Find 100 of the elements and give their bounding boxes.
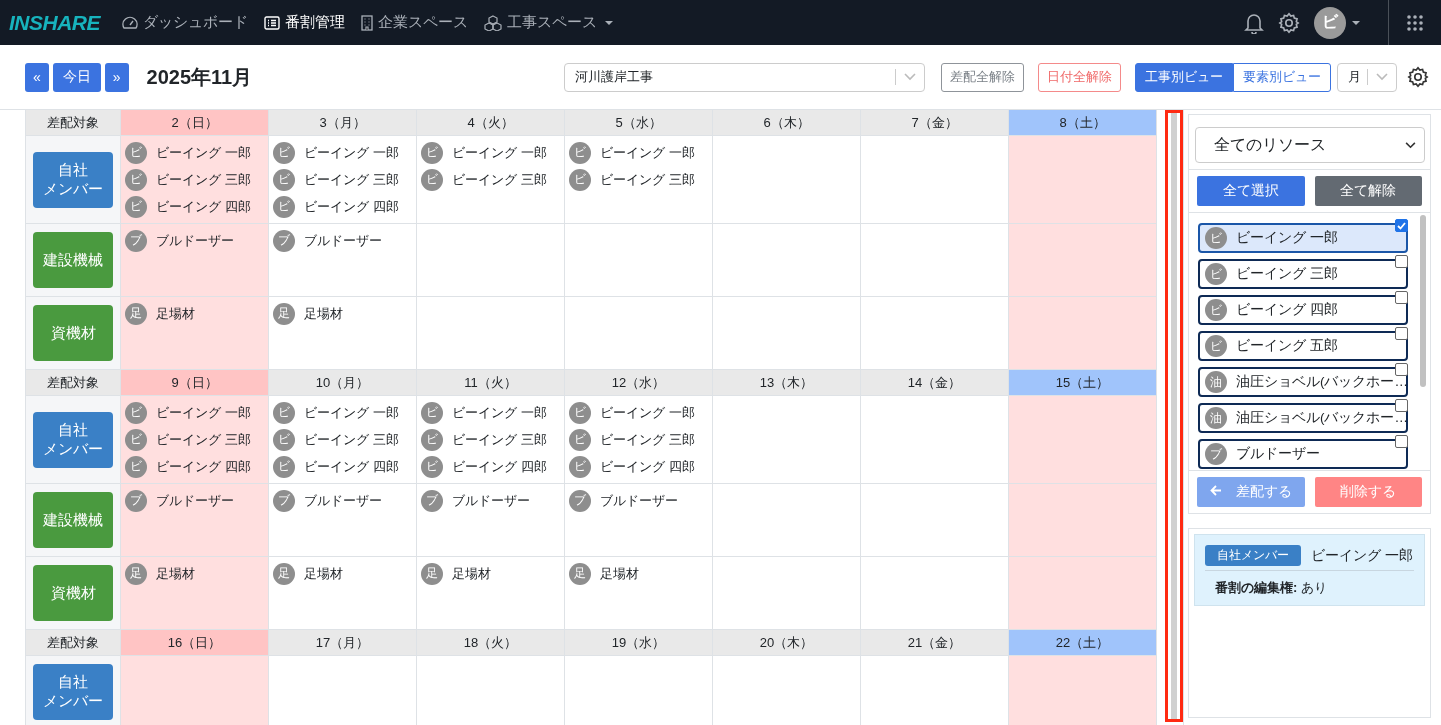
calendar-cell[interactable]: ブ ブルドーザー [269,224,417,297]
apps-grid-icon[interactable] [1407,14,1423,31]
calendar-cell[interactable]: ブ ブルドーザー [417,484,565,557]
calendar-cell[interactable]: ビ ビーイング 一郎 ビ ビーイング 三郎 ビ ビーイング 四郎 [565,396,713,484]
resource-name: 足場材 [600,564,639,583]
logo[interactable]: INSHARE [9,10,100,35]
calendar-cell[interactable]: ビ ビーイング 一郎 ビ ビーイング 三郎 ビ ビーイング 四郎 [121,396,269,484]
clear-all-button[interactable]: 全て解除 [1314,176,1422,206]
calendar-cell[interactable] [1009,656,1157,725]
resource-name: ビーイング 一郎 [600,403,695,422]
calendar-cell[interactable] [417,224,565,297]
calendar-cell[interactable]: ブ ブルドーザー [269,484,417,557]
avatar-initial: ブ [125,229,147,252]
day-header: 15（土） [1009,370,1157,396]
calendar-cell[interactable]: ブ ブルドーザー [121,224,269,297]
calendar-cell[interactable] [861,224,1009,297]
day-header: 4（火） [417,110,565,136]
calendar-cell[interactable] [713,224,861,297]
checkbox[interactable] [1395,291,1408,304]
checkbox[interactable] [1395,255,1408,268]
nav-item[interactable]: 企業スペース [361,13,468,32]
permission-text: 番割の編集権: あり [1215,579,1328,597]
select-all-button[interactable]: 全て選択 [1197,176,1305,206]
checkbox[interactable] [1395,327,1408,340]
calendar-cell[interactable] [565,224,713,297]
bell-icon[interactable] [1244,11,1264,34]
calendar-cell[interactable] [1009,136,1157,224]
avatar-initial: ビ [125,428,147,451]
calendar-cell[interactable]: 足 足場材 [417,557,565,630]
building-icon [361,14,373,31]
calendar-cell[interactable]: ビ ビーイング 一郎 ビ ビーイング 三郎 ビ ビーイング 四郎 [417,396,565,484]
avatar-initial: ビ [273,428,295,451]
calendar-cell[interactable]: ビ ビーイング 一郎 ビ ビーイング 三郎 ビ ビーイング 四郎 [269,396,417,484]
resource-name: ビーイング 三郎 [156,430,251,449]
calendar-cell[interactable]: 足 足場材 [269,557,417,630]
calendar-cell[interactable] [1009,224,1157,297]
settings-icon[interactable] [1407,66,1429,88]
calendar-cell[interactable] [713,557,861,630]
nav-item[interactable]: 工事スペース [484,13,613,32]
day-header: 13（木） [713,370,861,396]
checkbox[interactable] [1395,435,1408,448]
project-select[interactable]: 河川護岸工事 [564,62,925,92]
resource-name: 足場材 [156,564,195,583]
avatar-initial: ビ [125,195,147,218]
calendar-cell[interactable] [861,297,1009,370]
resource-name: ブルドーザー [452,491,530,510]
nav-item[interactable]: 番割管理 [264,13,345,32]
nav-item[interactable]: ダッシュボード [122,13,248,32]
resource-name: ビーイング 四郎 [452,457,547,476]
column-header: 差配対象 [26,370,121,396]
calendar-cell[interactable] [121,656,269,725]
resource-name: ビーイング 四郎 [156,197,251,216]
calendar-cell[interactable]: ビ ビーイング 一郎 ビ ビーイング 三郎 [417,136,565,224]
calendar-cell[interactable]: ブ ブルドーザー [121,484,269,557]
calendar-cell[interactable] [1009,396,1157,484]
period-select[interactable]: 月 [1337,62,1397,92]
checkbox[interactable] [1395,219,1408,232]
avatar-initial: ビ [273,195,295,218]
resource-name: ブルドーザー [600,491,678,510]
category-label: 自社 メンバー [33,664,113,720]
calendar-cell[interactable]: ビ ビーイング 一郎 ビ ビーイング 三郎 ビ ビーイング 四郎 [121,136,269,224]
calendar-cell[interactable]: ブ ブルドーザー [565,484,713,557]
view-toggle[interactable]: 要素別ビュー [1233,62,1331,92]
settings-icon[interactable] [1278,11,1300,34]
calendar-cell[interactable] [861,484,1009,557]
category-label: 建設機械 [33,492,113,548]
scrollbar-thumb[interactable] [1420,215,1426,387]
calendar-cell[interactable] [861,396,1009,484]
calendar-cell[interactable] [417,297,565,370]
calendar-cell[interactable] [861,136,1009,224]
checkbox[interactable] [1395,363,1408,376]
calendar-cell[interactable] [1009,297,1157,370]
calendar-cell[interactable] [565,297,713,370]
calendar-cell[interactable] [713,136,861,224]
calendar-cell[interactable] [861,557,1009,630]
category-label: 資機材 [33,565,113,621]
avatar-initial: ビ [421,401,443,424]
avatar-initial: ビ [125,141,147,164]
calendar-cell[interactable] [713,297,861,370]
calendar-cell[interactable] [713,396,861,484]
today-button[interactable]: 今日 [52,62,101,92]
calendar-cell[interactable] [713,484,861,557]
calendar-cell[interactable]: 足 足場材 [565,557,713,630]
calendar-cell[interactable] [1009,484,1157,557]
resource-name: ビーイング 一郎 [156,403,251,422]
resource-name: ビーイング 一郎 [452,403,547,422]
calendar-cell[interactable]: 足 足場材 [121,297,269,370]
calendar-cell[interactable]: 足 足場材 [269,297,417,370]
calendar-cell[interactable]: 足 足場材 [121,557,269,630]
calendar-cell[interactable] [1009,557,1157,630]
calendar-cell[interactable]: ビ ビーイング 一郎 ビ ビーイング 三郎 [565,136,713,224]
resource-filter-select[interactable]: 全てのリソース [1195,127,1425,163]
view-toggle[interactable]: 工事別ビュー [1135,62,1233,92]
day-header: 11（火） [417,370,565,396]
calendar-cell[interactable]: ビ ビーイング 一郎 ビ ビーイング 三郎 ビ ビーイング 四郎 [269,136,417,224]
previous-button[interactable]: « [25,62,49,92]
clear-assignments-button[interactable]: 差配全解除 [941,62,1024,92]
next-button[interactable]: » [104,62,129,92]
checkbox[interactable] [1395,399,1408,412]
scrollbar-track[interactable] [1171,113,1177,719]
